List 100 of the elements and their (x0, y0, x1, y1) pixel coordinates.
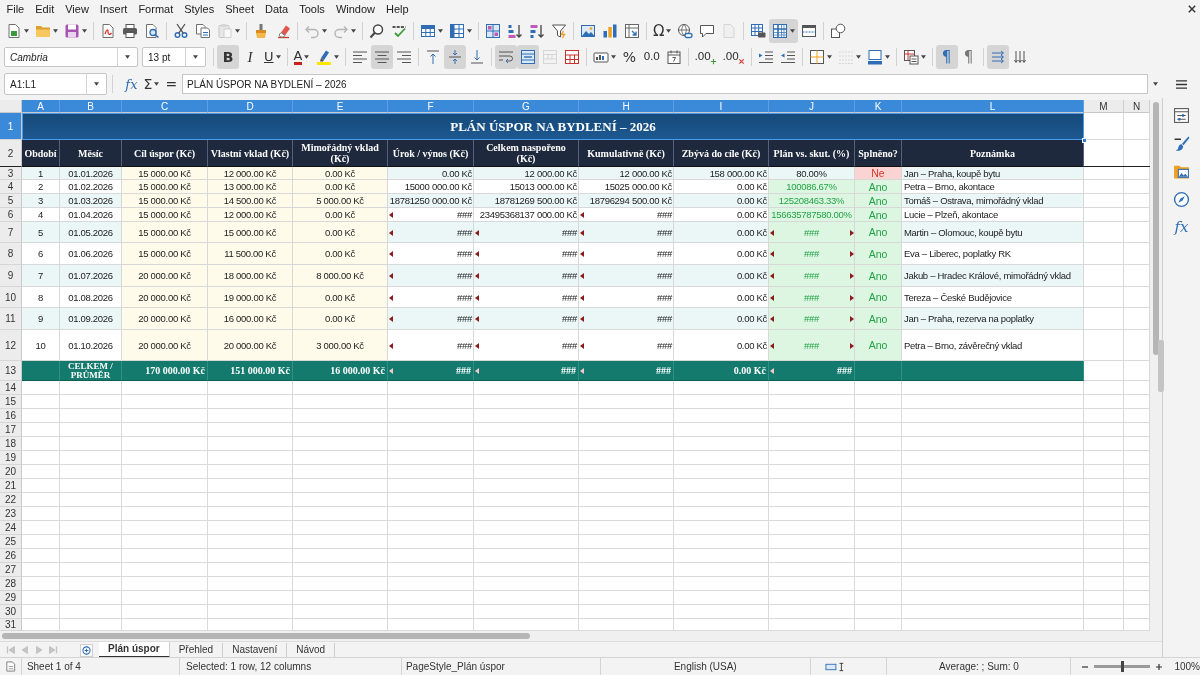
row-header[interactable]: 31 (0, 619, 22, 631)
sheet-tab[interactable]: Nastavení (223, 643, 288, 657)
wrap-text-button[interactable] (494, 45, 517, 69)
column-header[interactable]: N (1124, 100, 1150, 113)
menu-item[interactable]: Data (259, 1, 294, 17)
row-header[interactable]: 25 (0, 535, 22, 549)
freeze-rows-columns-button[interactable] (769, 19, 799, 43)
left-to-right-button[interactable]: ¶ (935, 45, 958, 69)
row-header[interactable]: 16 (0, 409, 22, 423)
row-header[interactable]: 21 (0, 479, 22, 493)
menu-item[interactable]: View (59, 1, 95, 17)
row-header[interactable]: 13 (0, 361, 22, 381)
scrollbar-thumb[interactable] (2, 633, 530, 639)
column-header[interactable]: H (579, 100, 674, 113)
formula-input[interactable]: PLÁN ÚSPOR NA BYDLENÍ – 2026 (182, 74, 1149, 94)
menu-item[interactable]: Window (330, 1, 381, 17)
row-header[interactable]: 22 (0, 493, 22, 507)
column-header[interactable]: E (293, 100, 388, 113)
right-to-left-button[interactable]: ¶ (957, 45, 980, 69)
add-sheet-button[interactable] (80, 643, 93, 657)
formula-button[interactable]: = (162, 73, 181, 95)
add-decimal-button[interactable]: .00 (691, 45, 720, 69)
underline-button[interactable]: U (261, 45, 284, 69)
menu-item[interactable]: Format (132, 1, 179, 17)
column-header[interactable]: L (902, 100, 1084, 113)
font-name-field[interactable]: Cambria (4, 47, 138, 67)
row-header[interactable]: 12 (0, 330, 22, 361)
row-header[interactable]: 5 (0, 194, 22, 208)
column-header[interactable]: K (855, 100, 902, 113)
delete-decimal-button[interactable]: .00 (719, 45, 748, 69)
search-icon (369, 23, 385, 39)
font-color-button[interactable]: A (290, 45, 313, 69)
column-header[interactable]: A (22, 100, 60, 113)
row-header[interactable]: 29 (0, 591, 22, 605)
row-header[interactable]: 9 (0, 265, 22, 287)
column-header[interactable]: J (769, 100, 855, 113)
percent-format-button[interactable]: % (618, 45, 641, 69)
column-header[interactable]: D (208, 100, 293, 113)
row-header[interactable]: 23 (0, 507, 22, 521)
row-header[interactable]: 4 (0, 180, 22, 194)
align-center-button[interactable] (370, 45, 393, 69)
menu-item[interactable]: Help (380, 1, 415, 17)
text-horizontal-button[interactable] (986, 45, 1009, 69)
menu-item[interactable]: Tools (293, 1, 331, 17)
row-header[interactable]: 15 (0, 395, 22, 409)
spreadsheet-cell: Jan – Praha, rezerva na poplatky (902, 308, 1084, 330)
column-header[interactable]: F (388, 100, 474, 113)
column-header[interactable]: G (474, 100, 579, 113)
close-icon[interactable] (1188, 5, 1196, 13)
selection-mode-icon[interactable] (824, 661, 845, 672)
scrollbar-thumb[interactable] (1153, 102, 1159, 355)
menu-item[interactable]: Sheet (219, 1, 260, 17)
column-header[interactable]: I (674, 100, 769, 113)
zoom-slider-thumb[interactable] (1120, 661, 1124, 672)
menu-item[interactable]: Edit (29, 1, 60, 17)
row-header[interactable]: 3 (0, 167, 22, 180)
function-wizard-button[interactable]: fx (122, 73, 141, 95)
italic-button[interactable]: I (239, 45, 261, 69)
row-header[interactable]: 18 (0, 437, 22, 451)
column-header[interactable]: C (122, 100, 208, 113)
row-header[interactable]: 30 (0, 605, 22, 619)
row-header[interactable]: 19 (0, 451, 22, 465)
special-character-button[interactable]: Ω (650, 19, 675, 43)
row-header[interactable]: 14 (0, 381, 22, 395)
row-header[interactable]: 7 (0, 222, 22, 243)
select-function-button[interactable]: Σ (140, 73, 163, 95)
status-page-style[interactable]: PageStyle_Plán úspor (405, 661, 505, 672)
menu-item[interactable]: Styles (178, 1, 220, 17)
row-header[interactable]: 20 (0, 465, 22, 479)
row-header[interactable]: 2 (0, 140, 22, 167)
align-middle-button[interactable] (443, 45, 466, 69)
standard-format-button[interactable]: 0.0 (640, 45, 663, 69)
status-language[interactable]: English (USA) (673, 661, 737, 672)
row-header[interactable]: 17 (0, 423, 22, 437)
column-header[interactable]: M (1084, 100, 1124, 113)
sheet-tab[interactable]: Návod (287, 643, 336, 657)
name-box[interactable]: A1:L1 (4, 73, 108, 95)
menu-item[interactable]: Insert (94, 1, 133, 17)
spreadsheet-cell: 20 000.00 Kč (208, 330, 293, 361)
row-header[interactable]: 6 (0, 208, 22, 222)
row-header[interactable]: 10 (0, 287, 22, 308)
row-header[interactable]: 8 (0, 243, 22, 265)
column-header[interactable]: B (60, 100, 122, 113)
row-header[interactable]: 24 (0, 521, 22, 535)
fill-handle[interactable] (1082, 138, 1087, 143)
font-size-field[interactable]: 13 pt (142, 47, 206, 67)
sheet-tab[interactable]: Plán úspor (99, 642, 170, 658)
row-header[interactable]: 27 (0, 563, 22, 577)
row-header[interactable]: 28 (0, 577, 22, 591)
sidebar-collapse-handle[interactable] (1158, 340, 1164, 392)
functions-deck-button[interactable]: fx (1167, 213, 1196, 241)
zoom-in-icon[interactable] (1155, 662, 1164, 671)
row-header[interactable]: 1 (0, 113, 22, 140)
row-header[interactable]: 26 (0, 549, 22, 563)
menu-item[interactable]: File (1, 1, 30, 17)
merge-center-button[interactable] (516, 45, 539, 69)
row-header[interactable]: 11 (0, 308, 22, 330)
bold-button[interactable]: B (217, 45, 239, 69)
zoom-percent[interactable]: 100% (1174, 661, 1200, 672)
sheet-tab[interactable]: Přehled (169, 643, 224, 657)
